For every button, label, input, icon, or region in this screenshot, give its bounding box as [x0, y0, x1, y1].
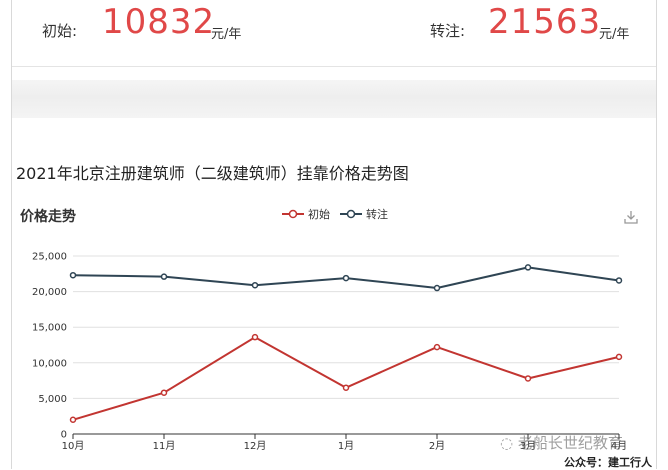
data-point-transfer-0	[69, 271, 77, 279]
x-tick-label-4: 2月	[429, 440, 445, 452]
data-point-transfer-2	[251, 281, 259, 289]
price-trend-chart: 0 5,000 10,000 15,000 20,000 25,000 10月 11月 12月 1…	[32, 252, 627, 453]
y-tick-label-1: 5,000	[38, 394, 67, 405]
y-tick-label-5: 25,000	[32, 252, 67, 263]
data-point-transfer-1	[160, 273, 168, 280]
data-point-initial-2	[251, 333, 259, 341]
x-tick-label-0: 10月	[62, 440, 85, 452]
data-point-initial-1	[160, 389, 168, 396]
data-point-transfer-6	[615, 277, 623, 284]
data-point-initial-4	[433, 343, 441, 351]
watermark-account: 公众号：建工行人	[564, 456, 652, 469]
data-point-initial-0	[69, 416, 77, 424]
data-point-transfer-5	[524, 264, 532, 271]
watermark-brand: ◌ 老船长世纪教育	[500, 432, 623, 453]
y-tick-label-4: 20,000	[32, 287, 67, 298]
y-tick-label-3: 15,000	[32, 323, 67, 334]
data-point-initial-3	[342, 384, 350, 391]
series-line-initial	[72, 336, 620, 421]
wechat-icon: ◌	[500, 434, 514, 452]
data-point-transfer-4	[433, 284, 441, 292]
x-tick-label-1: 11月	[153, 440, 176, 452]
y-tick-label-2: 10,000	[32, 358, 67, 369]
y-tick-label-0: 0	[61, 430, 67, 441]
x-tick-label-2: 12月	[244, 440, 267, 452]
x-tick-label-3: 1月	[338, 440, 354, 452]
data-point-initial-5	[524, 375, 532, 382]
data-point-transfer-3	[342, 274, 350, 282]
watermark-brand-text: 老船长世纪教育	[517, 434, 623, 452]
data-point-initial-6	[615, 353, 623, 361]
